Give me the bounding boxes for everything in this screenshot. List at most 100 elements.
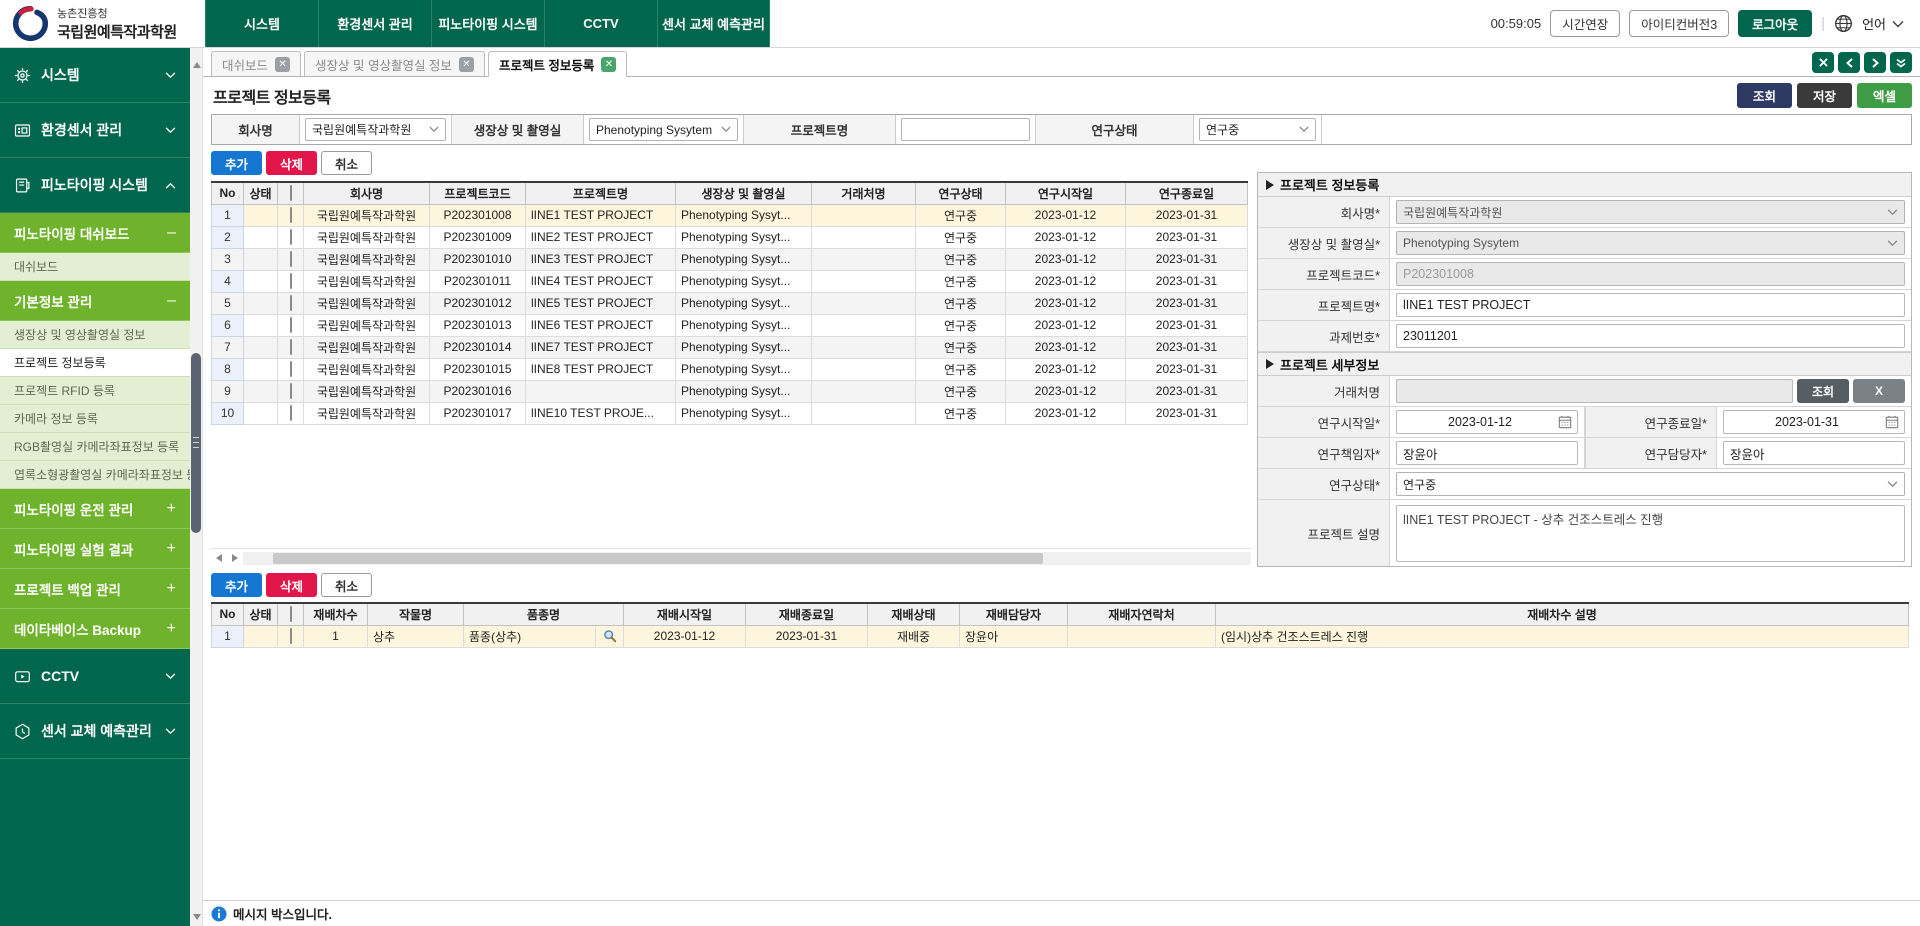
close-icon[interactable]: ✕	[601, 57, 616, 72]
table-row[interactable]: 1 1 상추 품종(상추) 2023-01-122023-01-31 재배중 장…	[212, 625, 1909, 647]
user-account-button[interactable]: 아이티컨버전3	[1629, 10, 1729, 37]
sidebar-section-basic-info[interactable]: 기본정보 관리 –	[0, 281, 190, 321]
task-number-field-label: 과제번호*	[1258, 321, 1390, 351]
project-name-input[interactable]	[901, 118, 1030, 141]
sidebar-section-operation[interactable]: 피노타이핑 운전 관리 +	[0, 489, 190, 529]
sidebar-item-growth-room-info[interactable]: 생장상 및 영상촬영실 정보	[0, 321, 190, 349]
row-checkbox[interactable]	[290, 207, 292, 223]
row-checkbox[interactable]	[290, 317, 292, 333]
room-field-select[interactable]: Phenotyping Sysytem	[1396, 231, 1905, 255]
table-row[interactable]: 6 국립원예특작과학원P202301013 lINE6 TEST PROJECT…	[212, 314, 1248, 336]
scroll-up-arrow-icon[interactable]	[190, 58, 203, 72]
table-row[interactable]: 8 국립원예특작과학원P202301015 lINE8 TEST PROJECT…	[212, 358, 1248, 380]
prev-tab-button[interactable]	[1838, 52, 1860, 73]
excel-button[interactable]: 엑셀	[1857, 83, 1912, 108]
cancel-button[interactable]: 취소	[321, 573, 372, 597]
sidebar-item-sensor-forecast[interactable]: 센서 교체 예측관리	[0, 704, 190, 759]
next-tab-button[interactable]	[1864, 52, 1886, 73]
add-button[interactable]: 추가	[211, 151, 262, 175]
language-menu[interactable]: 언어	[1862, 14, 1904, 33]
table-row[interactable]: 1 국립원예특작과학원P202301008 lINE1 TEST PROJECT…	[212, 204, 1248, 226]
sidebar-item-chlorophyll-camera-coords[interactable]: 엽록소형광촬영실 카메라좌표정보 등록	[0, 461, 190, 489]
project-description-textarea[interactable]: lINE1 TEST PROJECT - 상추 건조스트레스 진행	[1396, 505, 1905, 562]
row-checkbox[interactable]	[290, 295, 292, 311]
sidebar-item-project-rfid[interactable]: 프로젝트 RFID 등록	[0, 377, 190, 405]
sidebar-section-experiment-results[interactable]: 피노타이핑 실험 결과 +	[0, 529, 190, 569]
sidebar-item-rgb-camera-coords[interactable]: RGB촬영실 카메라좌표정보 등록	[0, 433, 190, 461]
tab-growth-room-info[interactable]: 생장상 및 영상촬영실 정보 ✕	[304, 51, 485, 76]
content-vertical-scrollbar[interactable]	[190, 48, 203, 926]
tab-dashboard[interactable]: 대쉬보드 ✕	[211, 51, 301, 76]
sidebar-item-phenotyping[interactable]: 피노타이핑 시스템	[0, 158, 190, 213]
sidebar: 시스템 환경센서 관리 피노타이핑 시스템	[0, 48, 190, 926]
row-checkbox[interactable]	[290, 229, 292, 245]
research-manager-input[interactable]	[1723, 441, 1905, 465]
row-checkbox[interactable]	[290, 405, 292, 421]
project-grid-hscrollbar[interactable]	[211, 550, 1251, 566]
room-select[interactable]: Phenotyping Sysytem	[589, 118, 738, 141]
scrollbar-track[interactable]	[243, 552, 1251, 565]
extend-time-button[interactable]: 시간연장	[1550, 10, 1620, 37]
cancel-button[interactable]: 취소	[321, 151, 372, 175]
table-row[interactable]: 3 국립원예특작과학원P202301010 lINE3 TEST PROJECT…	[212, 248, 1248, 270]
close-icon[interactable]: ✕	[275, 57, 290, 72]
nav-phenotyping[interactable]: 피노타이핑 시스템	[431, 0, 544, 47]
row-checkbox[interactable]	[290, 383, 292, 399]
research-leader-input[interactable]	[1396, 441, 1578, 465]
variety-search-icon[interactable]	[596, 625, 624, 647]
tab-list-button[interactable]	[1890, 52, 1912, 73]
table-row[interactable]: 5 국립원예특작과학원P202301012 lINE5 TEST PROJECT…	[212, 292, 1248, 314]
row-checkbox[interactable]	[290, 628, 292, 644]
search-button[interactable]: 조회	[1737, 83, 1792, 108]
sidebar-item-camera-info[interactable]: 카메라 정보 등록	[0, 405, 190, 433]
end-date-input[interactable]: 2023-01-31	[1723, 410, 1905, 434]
table-row[interactable]: 9 국립원예특작과학원P202301016 Phenotyping Sysyt.…	[212, 380, 1248, 402]
row-checkbox[interactable]	[290, 339, 292, 355]
sidebar-section-project-backup[interactable]: 프로젝트 백업 관리 +	[0, 569, 190, 609]
delete-button[interactable]: 삭제	[266, 151, 317, 175]
sidebar-item-cctv[interactable]: CCTV	[0, 649, 190, 704]
nav-env-sensor[interactable]: 환경센서 관리	[318, 0, 431, 47]
scroll-left-arrow-icon[interactable]	[211, 551, 227, 565]
sidebar-section-database-backup[interactable]: 데이타베이스 Backup +	[0, 609, 190, 649]
nav-cctv[interactable]: CCTV	[544, 0, 657, 47]
sidebar-item-system[interactable]: 시스템	[0, 48, 190, 103]
sidebar-item-env-sensor[interactable]: 환경센서 관리	[0, 103, 190, 158]
row-checkbox[interactable]	[290, 273, 292, 289]
logout-button[interactable]: 로그아웃	[1738, 10, 1812, 37]
sidebar-item-project-registration[interactable]: 프로젝트 정보등록	[0, 349, 190, 377]
company-select[interactable]: 국립원예특작과학원	[305, 118, 446, 141]
room-select-value: Phenotyping Sysytem	[596, 123, 715, 137]
sidebar-section-dashboard[interactable]: 피노타이핑 대쉬보드 –	[0, 213, 190, 253]
select-all-checkbox[interactable]	[290, 185, 292, 201]
nav-sensor-forecast[interactable]: 센서 교체 예측관리	[657, 0, 770, 47]
row-checkbox[interactable]	[290, 251, 292, 267]
delete-button[interactable]: 삭제	[266, 573, 317, 597]
scroll-right-arrow-icon[interactable]	[227, 551, 243, 565]
status-select[interactable]: 연구중	[1199, 118, 1316, 141]
save-button[interactable]: 저장	[1797, 83, 1852, 108]
select-all-checkbox[interactable]	[290, 606, 292, 622]
tab-project-registration[interactable]: 프로젝트 정보등록 ✕	[488, 51, 627, 77]
scrollbar-thumb[interactable]	[191, 353, 201, 533]
scrollbar-thumb[interactable]	[273, 553, 1043, 564]
add-button[interactable]: 추가	[211, 573, 262, 597]
close-icon[interactable]: ✕	[459, 57, 474, 72]
company-field-select[interactable]: 국립원예특작과학원	[1396, 200, 1905, 224]
scroll-down-arrow-icon[interactable]	[190, 910, 203, 924]
client-clear-button[interactable]: X	[1853, 379, 1905, 403]
client-search-button[interactable]: 조회	[1797, 379, 1849, 403]
task-number-input[interactable]	[1396, 324, 1905, 348]
table-row[interactable]: 7 국립원예특작과학원P202301014 lINE7 TEST PROJECT…	[212, 336, 1248, 358]
row-checkbox[interactable]	[290, 361, 292, 377]
table-row[interactable]: 2 국립원예특작과학원P202301009 lINE2 TEST PROJECT…	[212, 226, 1248, 248]
close-all-tabs-button[interactable]	[1812, 52, 1834, 73]
project-name-field-input[interactable]	[1396, 293, 1905, 317]
start-date-input[interactable]: 2023-01-12	[1396, 410, 1578, 434]
globe-icon	[1834, 14, 1853, 33]
table-row[interactable]: 4 국립원예특작과학원P202301011 lINE4 TEST PROJECT…	[212, 270, 1248, 292]
research-status-select[interactable]: 연구중	[1396, 472, 1905, 496]
sidebar-item-dashboard[interactable]: 대쉬보드	[0, 253, 190, 281]
nav-system[interactable]: 시스템	[205, 0, 318, 47]
table-row[interactable]: 10 국립원예특작과학원P202301017 lINE10 TEST PROJE…	[212, 402, 1248, 424]
